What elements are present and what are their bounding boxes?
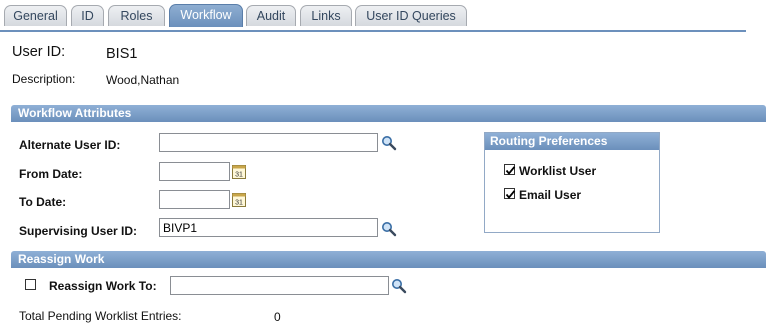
tab-links[interactable]: Links [300,5,352,26]
description-value: Wood,Nathan [106,73,180,87]
description-label: Description: [12,72,76,86]
to-date-calendar-icon[interactable]: 31 [232,192,246,207]
user-id-label: User ID: [12,44,66,60]
from-date-calendar-icon[interactable]: 31 [232,164,246,179]
reassign-work-checkbox[interactable] [25,279,36,290]
supervising-user-id-lookup-icon[interactable] [381,221,397,237]
tab-audit[interactable]: Audit [246,5,296,26]
tab-workflow[interactable]: Workflow [169,4,243,27]
reassign-work-to-input[interactable] [170,276,389,295]
worklist-user-checkbox[interactable] [504,164,516,175]
email-user-checkbox[interactable] [504,188,516,199]
tab-id[interactable]: ID [71,5,104,26]
reassign-work-to-label: Reassign Work To: [49,279,157,293]
user-id-value: BIS1 [106,46,138,62]
routing-preferences-header: Routing Preferences [485,133,659,150]
from-date-label: From Date: [19,167,83,181]
routing-preferences-group: Routing Preferences Worklist User Email … [484,132,660,233]
workflow-attributes-header: Workflow Attributes [11,105,766,122]
tab-bar: General ID Roles Workflow Audit Links Us… [0,4,774,32]
supervising-user-id-input[interactable] [159,218,378,237]
alternate-user-id-input[interactable] [159,133,378,152]
alternate-user-id-lookup-icon[interactable] [381,135,397,151]
email-user-label: Email User [519,188,582,202]
tab-roles[interactable]: Roles [108,5,165,26]
total-pending-value: 0 [274,310,281,324]
tab-underline [0,30,746,32]
from-date-input[interactable] [159,162,230,181]
reassign-work-lookup-icon[interactable] [391,278,407,294]
total-pending-label: Total Pending Worklist Entries: [19,309,182,323]
tab-general[interactable]: General [4,5,67,26]
to-date-input[interactable] [159,190,230,209]
to-date-calendar-glyph: 31 [235,200,243,207]
from-date-calendar-glyph: 31 [235,172,243,179]
alternate-user-id-label: Alternate User ID: [19,138,121,152]
to-date-label: To Date: [19,195,67,209]
tab-user-id-queries[interactable]: User ID Queries [355,5,467,26]
supervising-user-id-label: Supervising User ID: [19,224,138,238]
worklist-user-label: Worklist User [519,164,597,178]
reassign-work-header: Reassign Work [11,251,766,268]
